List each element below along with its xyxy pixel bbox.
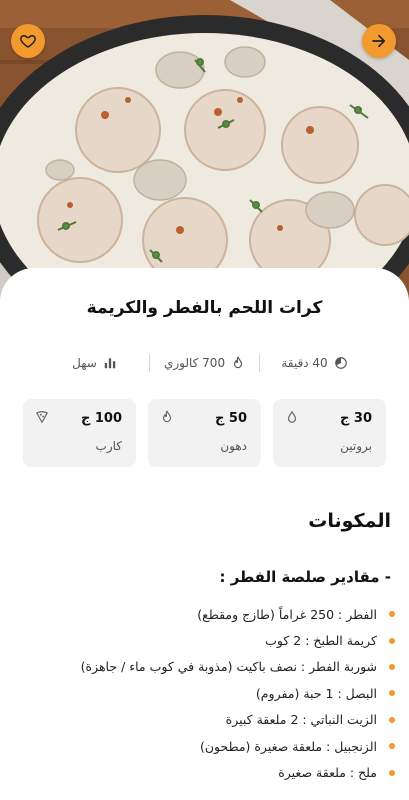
ingredient-text: البصل : 1 حبة (مفروم): [255, 685, 377, 701]
list-item: كريمة الطبخ : 2 كوب: [10, 627, 395, 653]
list-item: البصل : 1 حبة (مفروم): [10, 680, 395, 706]
ingredient-text: ملح : ملعقة صغيرة: [278, 765, 377, 781]
ingredient-text: الفطر : 250 غراماً (طازج ومقطع): [197, 606, 377, 622]
meta-difficulty-label: سهل: [72, 356, 97, 370]
bullet-dot: [389, 611, 395, 618]
ingredients-list: الفطر : 250 غراماً (طازج ومقطع) كريمة ال…: [10, 601, 395, 786]
ingredients-heading: المكونات: [308, 510, 391, 532]
bullet-dot: [389, 716, 395, 723]
ingredient-text: شوربة الفطر : نصف باكيت (مذوبة في كوب ما…: [80, 659, 377, 675]
meta-divider: [259, 354, 260, 372]
recipe-details-sheet: كرات اللحم بالفطر والكريمة 40 دقيقة 700 …: [0, 268, 409, 800]
meta-calories-label: 700 كالوري: [163, 356, 226, 370]
carb-pizza-icon: [36, 411, 48, 423]
macros-row: 30 ج بروتين 50 ج دهون 100 ج كارب: [23, 399, 386, 467]
meta-time: 40 دقيقة: [260, 356, 369, 370]
macro-value: 50 ج: [215, 411, 247, 426]
fat-flame-icon: [162, 410, 172, 423]
macro-card-protein: 30 ج بروتين: [273, 399, 386, 467]
recipe-title: كرات اللحم بالفطر والكريمة: [86, 298, 323, 318]
macro-name: كارب: [95, 439, 122, 453]
clock-icon: [334, 357, 347, 369]
macro-name: بروتين: [340, 439, 372, 453]
arrow-right-icon: [372, 34, 386, 48]
ingredient-text: الزيت النباتي : 2 ملعقة كبيرة: [225, 712, 377, 728]
bullet-dot: [389, 743, 395, 750]
flame-icon: [233, 356, 243, 369]
recipe-meta-bar: 40 دقيقة 700 كالوري سهل: [40, 352, 369, 374]
macro-name: دهون: [220, 439, 247, 453]
list-item: الزنجبيل : ملعقة صغيرة (مطحون): [10, 733, 395, 759]
recipe-hero-image: [0, 0, 409, 300]
macro-value: 100 ج: [80, 411, 122, 426]
favorite-button[interactable]: [11, 24, 45, 58]
macro-value: 30 ج: [340, 411, 372, 426]
ingredients-group-title: - مقادير صلصة الفطر :: [219, 568, 392, 586]
list-item: ملح : ملعقة صغيرة: [10, 759, 395, 785]
meta-calories: 700 كالوري: [150, 356, 259, 370]
list-item: الزيت النباتي : 2 ملعقة كبيرة: [10, 707, 395, 733]
meta-time-label: 40 دقيقة: [281, 356, 328, 370]
bullet-dot: [389, 690, 395, 697]
ingredient-text: كريمة الطبخ : 2 كوب: [265, 633, 377, 649]
list-item: شوربة الفطر : نصف باكيت (مذوبة في كوب ما…: [10, 654, 395, 680]
meta-divider: [149, 354, 150, 372]
protein-drop-icon: [287, 410, 297, 423]
meta-difficulty: سهل: [40, 356, 149, 370]
bullet-dot: [389, 637, 395, 644]
heart-icon: [20, 35, 36, 48]
bullet-dot: [389, 769, 395, 776]
ingredient-text: الزنجبيل : ملعقة صغيرة (مطحون): [199, 738, 377, 754]
meatball-dish-illustration: [0, 0, 409, 300]
list-item: الفطر : 250 غراماً (طازج ومقطع): [10, 601, 395, 627]
bar-chart-icon: [104, 358, 116, 369]
macro-card-carb: 100 ج كارب: [23, 399, 136, 467]
macro-card-fat: 50 ج دهون: [148, 399, 261, 467]
next-button[interactable]: [362, 24, 396, 58]
bullet-dot: [389, 663, 395, 670]
